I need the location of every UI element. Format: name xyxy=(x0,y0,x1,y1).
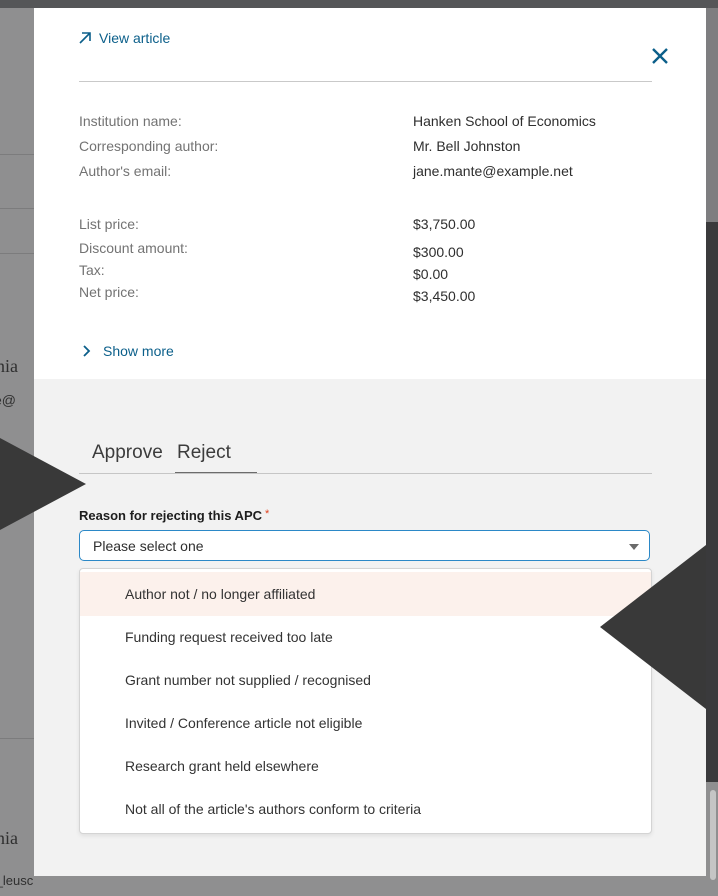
option-item[interactable]: Research grant held elsewhere xyxy=(80,744,651,788)
article-details-section: View article Institution name: Hanken Sc… xyxy=(34,8,706,379)
detail-row: Author's email: jane.mante@example.net xyxy=(79,163,659,183)
chevron-right-icon xyxy=(83,345,91,357)
price-label: List price: xyxy=(79,216,139,232)
external-arrow-icon xyxy=(79,32,91,44)
price-value: $3,750.00 xyxy=(413,216,476,232)
detail-value: Mr. Bell Johnston xyxy=(413,138,521,154)
detail-value: Hanken School of Economics xyxy=(413,113,596,129)
background-name-fragment: nia xyxy=(0,828,18,848)
decision-tabs: Approve Reject xyxy=(79,438,652,474)
background-name-fragment: nia xyxy=(0,356,18,376)
background-divider xyxy=(0,154,34,155)
background-divider xyxy=(0,253,34,254)
reason-select[interactable]: Please select one xyxy=(79,530,650,561)
view-article-link[interactable]: View article xyxy=(79,30,170,46)
price-row: Tax: $0.00 xyxy=(79,262,659,282)
show-more-toggle[interactable]: Show more xyxy=(83,343,174,359)
required-marker: * xyxy=(265,508,270,520)
select-placeholder: Please select one xyxy=(93,538,204,554)
price-value: $3,450.00 xyxy=(413,288,476,304)
show-more-label: Show more xyxy=(103,343,174,359)
price-row: Discount amount: $300.00 xyxy=(79,240,659,260)
detail-row: Corresponding author: Mr. Bell Johnston xyxy=(79,138,659,158)
detail-label: Corresponding author: xyxy=(79,138,219,154)
price-value: $0.00 xyxy=(413,266,449,282)
option-item[interactable]: Author not / no longer affiliated xyxy=(80,572,651,616)
reason-label-text: Reason for rejecting this APC xyxy=(79,508,262,523)
tab-reject[interactable]: Reject xyxy=(177,442,231,472)
option-item[interactable]: Grant number not supplied / recognised xyxy=(80,658,651,702)
background-dark-panel xyxy=(706,222,718,782)
tabs-divider xyxy=(79,473,652,474)
callout-arrow-left xyxy=(0,438,86,530)
background-email-fragment: e@ xyxy=(0,392,16,408)
option-item[interactable]: Funding request received too late xyxy=(80,615,651,659)
detail-value: jane.mante@example.net xyxy=(413,163,573,179)
background-divider xyxy=(0,208,34,209)
detail-label: Institution name: xyxy=(79,113,182,129)
header-divider xyxy=(79,81,652,82)
view-article-label: View article xyxy=(99,30,171,46)
tab-approve[interactable]: Approve xyxy=(92,442,163,472)
background-email: nne_leuschke@example.org xyxy=(0,873,34,888)
price-label: Net price: xyxy=(79,284,139,300)
option-item[interactable]: Not all of the article's authors conform… xyxy=(80,787,651,831)
reason-options-list: Author not / no longer affiliated Fundin… xyxy=(79,568,652,834)
price-label: Discount amount: xyxy=(79,240,188,256)
price-label: Tax: xyxy=(79,262,105,278)
price-row: List price: $3,750.00 xyxy=(79,216,659,236)
price-row: Net price: $3,450.00 xyxy=(79,284,659,304)
callout-arrow-right xyxy=(600,545,706,709)
apc-modal: View article Institution name: Hanken Sc… xyxy=(34,8,706,876)
background-divider xyxy=(0,738,34,739)
reason-field-label: Reason for rejecting this APC * xyxy=(79,508,269,523)
detail-row: Institution name: Hanken School of Econo… xyxy=(79,113,659,133)
detail-label: Author's email: xyxy=(79,163,172,179)
option-item[interactable]: Invited / Conference article not eligibl… xyxy=(80,701,651,745)
price-value: $300.00 xyxy=(413,244,464,260)
close-icon[interactable] xyxy=(648,44,672,68)
background-strip xyxy=(706,8,718,222)
background-scrollbar[interactable] xyxy=(710,790,716,880)
